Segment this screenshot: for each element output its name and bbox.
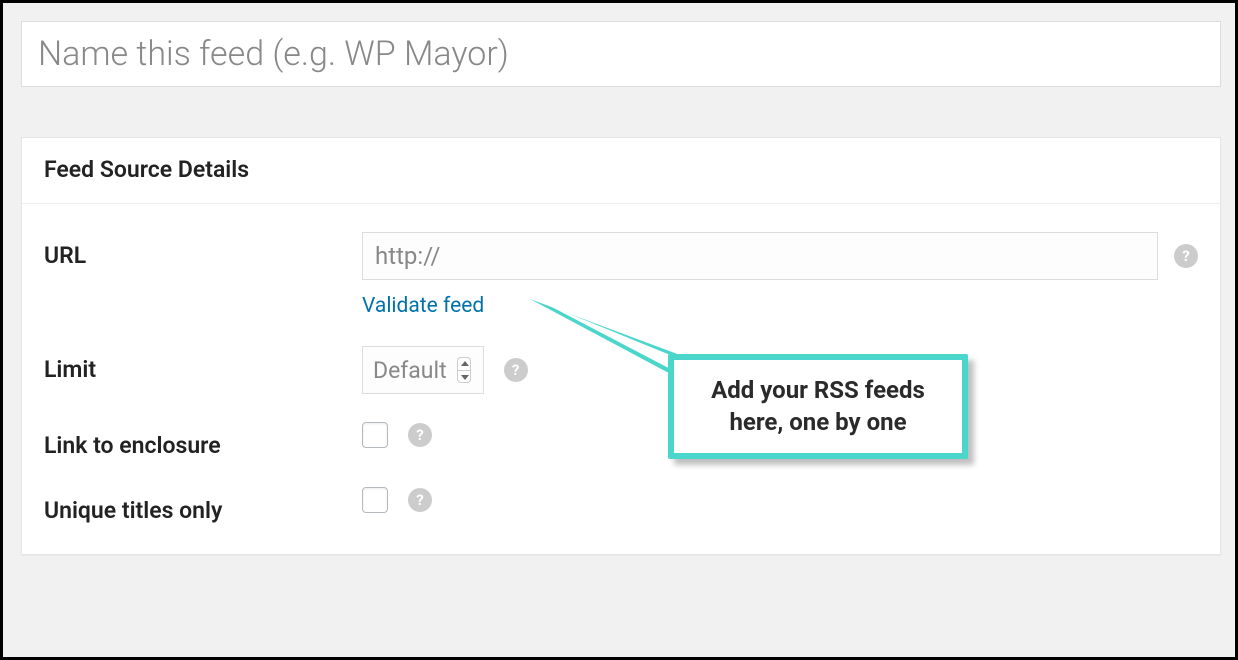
help-icon[interactable]: ? xyxy=(504,358,528,382)
panel-header: Feed Source Details xyxy=(22,138,1220,204)
url-input[interactable] xyxy=(362,232,1158,280)
link-enclosure-checkbox[interactable] xyxy=(362,422,388,448)
link-enclosure-label: Link to enclosure xyxy=(44,422,362,459)
link-enclosure-row: Link to enclosure ? xyxy=(44,422,1198,459)
callout-annotation: Add your RSS feeds here, one by one xyxy=(668,354,968,459)
panel-title: Feed Source Details xyxy=(44,156,1198,183)
url-label: URL xyxy=(44,232,362,269)
limit-select-value: Default xyxy=(373,357,447,384)
limit-label: Limit xyxy=(44,346,362,383)
unique-titles-row: Unique titles only ? xyxy=(44,487,1198,524)
stepper-icon xyxy=(457,357,471,383)
feed-name-input[interactable] xyxy=(21,21,1221,87)
url-control-group: ? Validate feed xyxy=(362,232,1198,318)
help-icon[interactable]: ? xyxy=(1174,244,1198,268)
unique-titles-checkbox[interactable] xyxy=(362,487,388,513)
help-icon[interactable]: ? xyxy=(408,423,432,447)
help-icon[interactable]: ? xyxy=(408,488,432,512)
unique-titles-label: Unique titles only xyxy=(44,487,362,524)
validate-feed-link[interactable]: Validate feed xyxy=(362,294,484,318)
limit-select[interactable]: Default xyxy=(362,346,484,394)
